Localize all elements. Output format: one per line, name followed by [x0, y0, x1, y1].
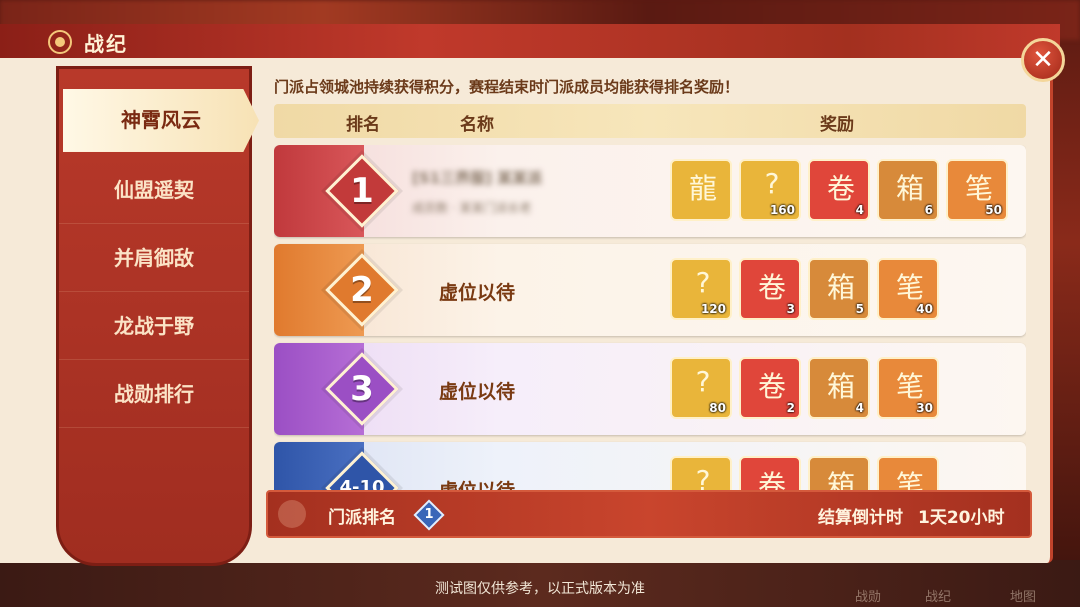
- golden-dragon-staff-icon[interactable]: 龍: [670, 159, 732, 221]
- sidebar-item-xianmeng-yaoqi[interactable]: 仙盟遥契: [59, 157, 249, 224]
- rank-row-1: 1 [S1三界服] 某某派 成员数 · 某某门派长老 龍 ? 160 卷4 箱6 …: [274, 145, 1026, 237]
- countdown-value: 1天20小时: [918, 508, 1005, 528]
- sidebar-item-shenxiao-fengyun[interactable]: 神霄风云: [63, 89, 259, 152]
- rank-number: 2: [350, 270, 374, 310]
- sect-subtitle: 成员数 · 某某门派长老: [412, 201, 532, 215]
- rank-number: 4-10: [339, 477, 385, 490]
- sidebar-item-longzhan-yuye[interactable]: 龙战于野: [59, 293, 249, 360]
- sidebar-item-bingjian-yudi[interactable]: 并肩御敌: [59, 225, 249, 292]
- sidebar-item-zhanxun-paihang[interactable]: 战勋排行: [59, 361, 249, 428]
- golden-brush-icon[interactable]: 笔: [877, 456, 939, 490]
- golden-brush-icon[interactable]: 笔 30: [877, 357, 939, 419]
- golden-brush-icon[interactable]: 笔 40: [877, 258, 939, 320]
- title-ornament-icon: [48, 30, 72, 54]
- disclaimer-text: 测试图仅供参考，以正式版本为准: [435, 581, 645, 597]
- rank-row-2: 2 虚位以待 ? 120 卷3 箱5 笔 40: [274, 244, 1026, 336]
- rank-number: 3: [350, 369, 374, 409]
- rank-list[interactable]: 1 [S1三界服] 某某派 成员数 · 某某门派长老 龍 ? 160 卷4 箱6 …: [274, 145, 1026, 490]
- column-header-rank: 排名: [346, 115, 380, 135]
- treasure-chest-icon[interactable]: 箱4: [808, 357, 870, 419]
- sect-rank-value: 1: [424, 507, 434, 522]
- footer-ornament-icon: [278, 500, 306, 528]
- sect-name: 虚位以待: [439, 381, 516, 403]
- mystery-gold-ingot-icon[interactable]: ?: [670, 456, 732, 490]
- rank-row-3: 3 虚位以待 ? 80 卷2 箱4 笔 30: [274, 343, 1026, 435]
- sect-rank-label: 门派排名: [328, 508, 396, 528]
- sidebar: 神霄风云 仙盟遥契 并肩御敌 龙战于野 战勋排行: [56, 66, 259, 566]
- treasure-chest-icon[interactable]: 箱6: [877, 159, 939, 221]
- mystery-gold-ingot-icon[interactable]: ? 80: [670, 357, 732, 419]
- window-title: 战纪: [84, 32, 128, 56]
- column-header-reward: 奖励: [820, 115, 854, 135]
- rank-number: 1: [350, 171, 374, 211]
- table-header: 排名 名称 奖励: [274, 104, 1026, 138]
- treasure-chest-icon[interactable]: 箱: [808, 456, 870, 490]
- countdown-label: 结算倒计时: [818, 508, 903, 528]
- rank-row-4-10: 4-10 虚位以待 ? 卷 箱 笔: [274, 442, 1026, 490]
- notice-text: 门派占领城池持续获得积分，赛程结束时门派成员均能获得排名奖励！: [274, 78, 740, 96]
- mystery-gold-ingot-icon[interactable]: ? 160: [739, 159, 801, 221]
- red-dragon-scroll-icon[interactable]: 卷4: [808, 159, 870, 221]
- sect-name: 虚位以待: [439, 282, 516, 304]
- column-header-name: 名称: [460, 115, 494, 135]
- sect-name: 虚位以待: [439, 476, 515, 490]
- red-dragon-scroll-icon[interactable]: 卷3: [739, 258, 801, 320]
- close-button[interactable]: ✕: [1021, 38, 1065, 82]
- mystery-gold-ingot-icon[interactable]: ? 120: [670, 258, 732, 320]
- red-dragon-scroll-icon[interactable]: 卷: [739, 456, 801, 490]
- red-dragon-scroll-icon[interactable]: 卷2: [739, 357, 801, 419]
- sect-name: [S1三界服] 某某派: [412, 169, 543, 187]
- golden-brush-icon[interactable]: 笔 50: [946, 159, 1008, 221]
- title-bar: [0, 24, 1060, 58]
- treasure-chest-icon[interactable]: 箱5: [808, 258, 870, 320]
